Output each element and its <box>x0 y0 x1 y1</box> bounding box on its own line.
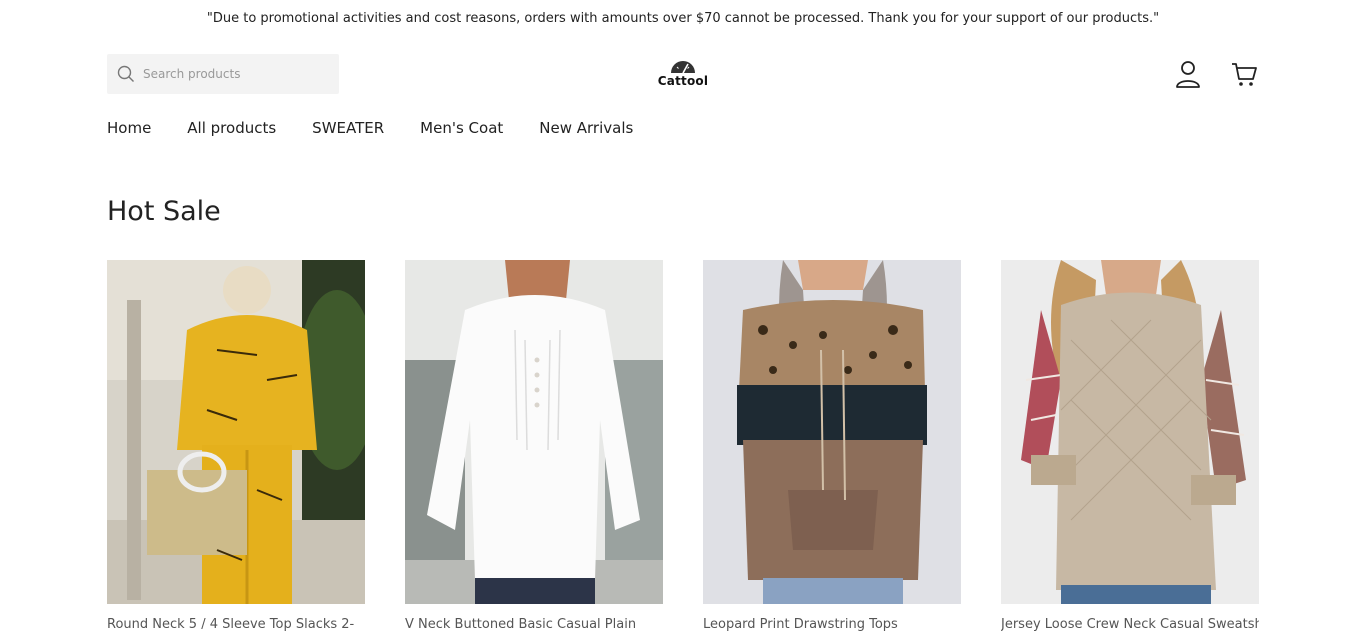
brand-logo[interactable]: Cattool <box>655 58 711 92</box>
product-grid: Round Neck 5 / 4 Sleeve Top Slacks 2- V … <box>107 260 1299 632</box>
product-name[interactable]: Jersey Loose Crew Neck Casual Sweatshirt <box>1001 617 1259 632</box>
user-icon <box>1176 61 1200 88</box>
nav-home[interactable]: Home <box>107 116 151 140</box>
product-name[interactable]: Round Neck 5 / 4 Sleeve Top Slacks 2- <box>107 617 365 632</box>
nav-mens-coat[interactable]: Men's Coat <box>420 116 503 140</box>
search-input[interactable] <box>143 55 323 93</box>
product-image[interactable] <box>1001 260 1259 604</box>
product-name[interactable]: Leopard Print Drawstring Tops <box>703 617 961 632</box>
brand-name: Cattool <box>657 74 709 88</box>
announcement-bar: "Due to promotional activities and cost … <box>206 11 1160 26</box>
product-image[interactable] <box>405 260 663 604</box>
account-button[interactable] <box>1174 59 1202 89</box>
nav-sweater[interactable]: SWEATER <box>312 116 384 140</box>
product-card[interactable]: Leopard Print Drawstring Tops <box>703 260 961 632</box>
product-card[interactable]: Jersey Loose Crew Neck Casual Sweatshirt <box>1001 260 1259 632</box>
logo-mark-icon <box>671 61 695 74</box>
product-name[interactable]: V Neck Buttoned Basic Casual Plain <box>405 617 663 632</box>
search-icon <box>117 65 135 83</box>
product-image[interactable] <box>107 260 365 604</box>
nav-all-products[interactable]: All products <box>187 116 276 140</box>
product-image[interactable] <box>703 260 961 604</box>
search-box[interactable] <box>107 54 339 94</box>
section-title: Hot Sale <box>107 196 221 227</box>
cart-icon <box>1232 63 1257 86</box>
nav-new-arrivals[interactable]: New Arrivals <box>539 116 633 140</box>
cart-button[interactable] <box>1230 59 1258 89</box>
product-card[interactable]: Round Neck 5 / 4 Sleeve Top Slacks 2- <box>107 260 365 632</box>
product-card[interactable]: V Neck Buttoned Basic Casual Plain <box>405 260 663 632</box>
main-nav: Home All products SWEATER Men's Coat New… <box>107 116 669 140</box>
